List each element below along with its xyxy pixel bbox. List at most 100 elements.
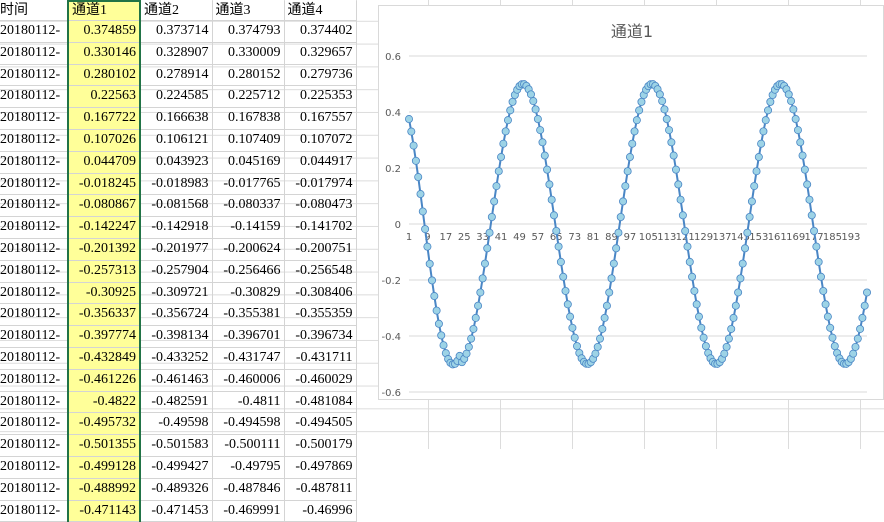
table-cell[interactable]: -0.396734 xyxy=(284,325,357,348)
column-header-2[interactable]: 通道2 xyxy=(140,1,213,21)
table-cell[interactable]: -0.201392 xyxy=(67,238,141,261)
table-cell[interactable]: 20180112- xyxy=(0,238,69,261)
table-cell[interactable]: 0.279736 xyxy=(284,64,357,87)
table-cell[interactable]: 0.045169 xyxy=(212,151,285,174)
table-cell[interactable]: 20180112- xyxy=(0,434,69,457)
table-cell[interactable]: 0.328907 xyxy=(140,42,213,65)
column-header-0[interactable]: 时间 xyxy=(0,1,69,21)
table-cell[interactable]: -0.356724 xyxy=(140,303,213,327)
table-cell[interactable]: -0.355381 xyxy=(212,303,285,327)
table-cell[interactable]: 0.166638 xyxy=(140,107,213,130)
table-cell[interactable]: -0.494598 xyxy=(212,412,285,436)
table-cell[interactable]: -0.433252 xyxy=(140,347,213,370)
table-cell[interactable]: 0.044709 xyxy=(67,151,141,174)
table-cell[interactable]: -0.469991 xyxy=(212,500,285,522)
table-cell[interactable]: 20180112- xyxy=(0,151,69,174)
table-cell[interactable]: -0.499427 xyxy=(140,456,213,479)
table-cell[interactable]: -0.018983 xyxy=(140,173,213,196)
table-cell[interactable]: -0.309721 xyxy=(140,282,213,305)
table-cell[interactable]: -0.018245 xyxy=(67,173,141,196)
table-cell[interactable]: 20180112- xyxy=(0,347,69,370)
table-cell[interactable]: 20180112- xyxy=(0,107,69,130)
table-cell[interactable]: -0.201977 xyxy=(140,238,213,261)
table-cell[interactable]: 20180112- xyxy=(0,391,69,414)
table-cell[interactable]: -0.256466 xyxy=(212,260,285,283)
table-cell[interactable]: -0.30925 xyxy=(67,282,141,305)
table-cell[interactable]: -0.4811 xyxy=(212,391,285,414)
column-header-1[interactable]: 通道1 xyxy=(67,0,141,21)
table-cell[interactable]: -0.494505 xyxy=(284,412,357,436)
table-cell[interactable]: -0.397774 xyxy=(67,325,141,348)
table-cell[interactable]: 20180112- xyxy=(0,173,69,196)
table-cell[interactable]: 20180112- xyxy=(0,478,69,501)
table-cell[interactable]: -0.081568 xyxy=(140,194,213,218)
table-cell[interactable]: -0.461226 xyxy=(67,369,141,392)
table-cell[interactable]: -0.080473 xyxy=(284,194,357,218)
table-cell[interactable]: 0.224585 xyxy=(140,85,213,109)
table-cell[interactable]: 20180112- xyxy=(0,369,69,392)
table-cell[interactable]: 0.225353 xyxy=(284,85,357,109)
table-cell[interactable]: -0.471453 xyxy=(140,500,213,522)
table-cell[interactable]: 0.167838 xyxy=(212,107,285,130)
table-cell[interactable]: -0.46996 xyxy=(284,500,357,522)
table-cell[interactable]: -0.30829 xyxy=(212,282,285,305)
table-cell[interactable]: 0.225712 xyxy=(212,85,285,109)
table-cell[interactable]: 0.278914 xyxy=(140,64,213,87)
table-cell[interactable]: -0.431747 xyxy=(212,347,285,370)
table-cell[interactable]: -0.49795 xyxy=(212,456,285,479)
table-cell[interactable]: -0.017765 xyxy=(212,173,285,196)
table-cell[interactable]: 20180112- xyxy=(0,260,69,283)
table-cell[interactable]: -0.257904 xyxy=(140,260,213,283)
table-cell[interactable]: 20180112- xyxy=(0,412,69,436)
table-cell[interactable]: -0.471143 xyxy=(67,500,141,522)
table-cell[interactable]: -0.141702 xyxy=(284,216,357,239)
table-cell[interactable]: -0.356337 xyxy=(67,303,141,327)
table-cell[interactable]: -0.432849 xyxy=(67,347,141,370)
table-cell[interactable]: 0.167722 xyxy=(67,107,141,130)
table-cell[interactable]: 20180112- xyxy=(0,216,69,239)
table-cell[interactable]: -0.396701 xyxy=(212,325,285,348)
table-cell[interactable]: 20180112- xyxy=(0,303,69,327)
table-cell[interactable]: -0.257313 xyxy=(67,260,141,283)
table-cell[interactable]: 0.329657 xyxy=(284,42,357,65)
column-header-3[interactable]: 通道3 xyxy=(212,1,285,21)
table-cell[interactable]: -0.501583 xyxy=(140,434,213,457)
table-cell[interactable]: -0.14159 xyxy=(212,216,285,239)
table-cell[interactable]: -0.482591 xyxy=(140,391,213,414)
table-cell[interactable]: 0.107409 xyxy=(212,129,285,152)
table-cell[interactable]: -0.495732 xyxy=(67,412,141,436)
table-cell[interactable]: 20180112- xyxy=(0,500,69,522)
table-cell[interactable]: -0.481084 xyxy=(284,391,357,414)
table-cell[interactable]: -0.460029 xyxy=(284,369,357,392)
table-cell[interactable]: 0.280102 xyxy=(67,64,141,87)
table-cell[interactable]: 0.167557 xyxy=(284,107,357,130)
table-cell[interactable]: -0.080867 xyxy=(67,194,141,218)
table-cell[interactable]: -0.256548 xyxy=(284,260,357,283)
table-cell[interactable]: 0.106121 xyxy=(140,129,213,152)
table-cell[interactable]: 0.374402 xyxy=(284,20,357,43)
table-cell[interactable]: -0.488992 xyxy=(67,478,141,501)
table-cell[interactable]: 0.373714 xyxy=(140,20,213,43)
table-cell[interactable]: -0.501355 xyxy=(67,434,141,457)
table-cell[interactable]: 0.044917 xyxy=(284,151,357,174)
table-cell[interactable]: -0.497869 xyxy=(284,456,357,479)
table-cell[interactable]: -0.017974 xyxy=(284,173,357,196)
table-cell[interactable]: 20180112- xyxy=(0,42,69,65)
table-cell[interactable]: 0.107026 xyxy=(67,129,141,152)
table-cell[interactable]: -0.489326 xyxy=(140,478,213,501)
table-cell[interactable]: 20180112- xyxy=(0,20,69,43)
table-cell[interactable]: -0.431711 xyxy=(284,347,357,370)
table-cell[interactable]: 0.043923 xyxy=(140,151,213,174)
table-cell[interactable]: -0.398134 xyxy=(140,325,213,348)
table-cell[interactable]: -0.500111 xyxy=(212,434,285,457)
chart-area[interactable]: 通道1 0.6 0.4 0.2 0 -0.2 -0.4 -0.6 1 9 17 25 33 41 49 57… xyxy=(378,5,884,400)
table-cell[interactable]: 20180112- xyxy=(0,64,69,87)
table-cell[interactable]: -0.142918 xyxy=(140,216,213,239)
table-cell[interactable]: 0.374793 xyxy=(212,20,285,43)
table-cell[interactable]: 20180112- xyxy=(0,282,69,305)
column-header-4[interactable]: 通道4 xyxy=(284,1,357,21)
table-cell[interactable]: -0.200624 xyxy=(212,238,285,261)
table-cell[interactable]: 20180112- xyxy=(0,456,69,479)
table-cell[interactable]: 20180112- xyxy=(0,325,69,348)
table-cell[interactable]: -0.49598 xyxy=(140,412,213,436)
